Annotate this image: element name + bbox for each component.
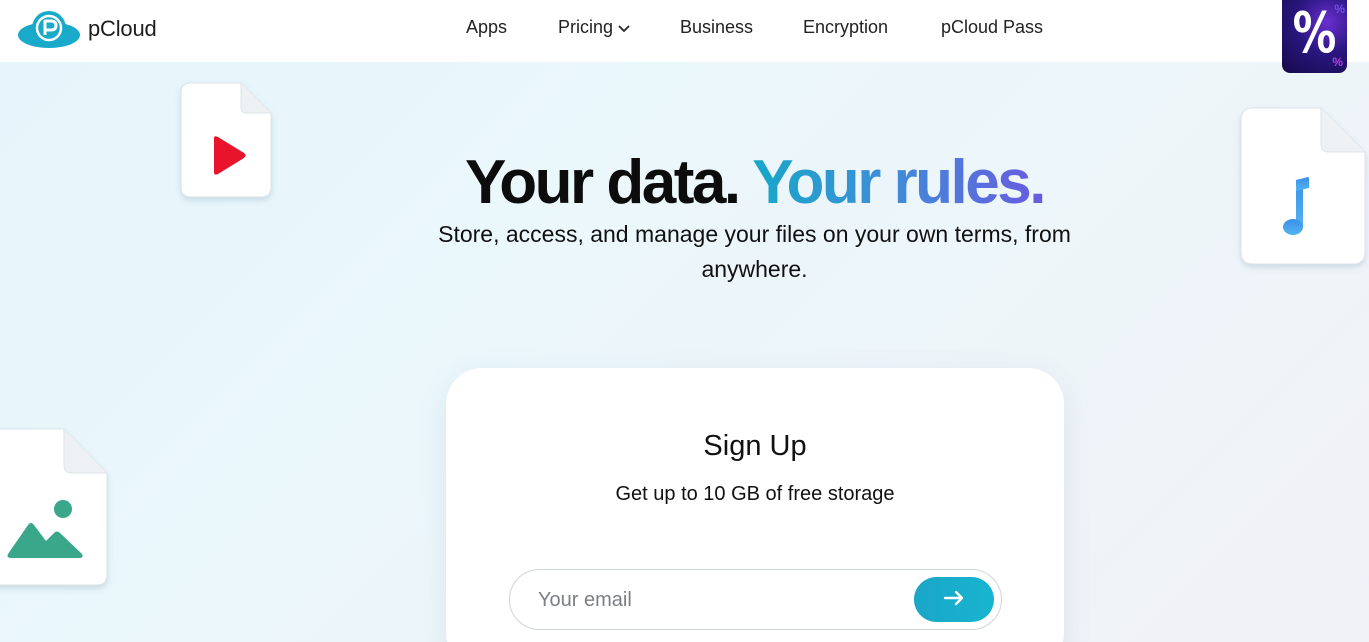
brand-name: pCloud xyxy=(88,16,157,41)
hero-title-part2: Your rules. xyxy=(752,148,1046,217)
hero-title-part1: Your data. xyxy=(465,148,741,217)
nav-item-label: Apps xyxy=(466,17,508,37)
arrow-right-icon xyxy=(943,590,965,609)
nav-item-label: Encryption xyxy=(803,17,889,37)
nav-item-label: Business xyxy=(680,17,754,37)
signup-card: Sign Up Get up to 10 GB of free storage xyxy=(446,368,1064,642)
hero-subtitle: Store, access, and manage your files on … xyxy=(438,221,1071,282)
nav-item-label: pCloud Pass xyxy=(941,17,1044,37)
nav-item-encryption[interactable]: Encryption xyxy=(803,17,888,38)
hero-title: Your data. Your rules. xyxy=(0,148,1369,218)
pcloud-logo[interactable]: pCloud xyxy=(18,9,157,49)
top-nav-bar: pCloud Apps Pricing Business Encryption … xyxy=(0,0,1369,73)
email-field-container xyxy=(509,569,1002,630)
promo-discount-badge[interactable]: % % % xyxy=(1282,0,1347,73)
nav-item-label: Pricing xyxy=(558,17,614,37)
pcloud-logo-icon xyxy=(18,11,80,48)
signup-submit-button[interactable] xyxy=(914,577,994,622)
signup-subtitle: Get up to 10 GB of free storage xyxy=(615,483,895,505)
image-file-icon xyxy=(0,428,108,587)
nav-item-pricing[interactable]: Pricing xyxy=(558,17,630,38)
nav-item-business[interactable]: Business xyxy=(680,17,753,38)
promo-decor: % xyxy=(1332,55,1343,69)
chevron-down-icon xyxy=(618,17,630,38)
nav-item-pcloud-pass[interactable]: pCloud Pass xyxy=(941,17,1043,38)
signup-title: Sign Up xyxy=(703,430,807,462)
nav-item-apps[interactable]: Apps xyxy=(466,17,507,38)
email-input[interactable] xyxy=(538,584,898,616)
